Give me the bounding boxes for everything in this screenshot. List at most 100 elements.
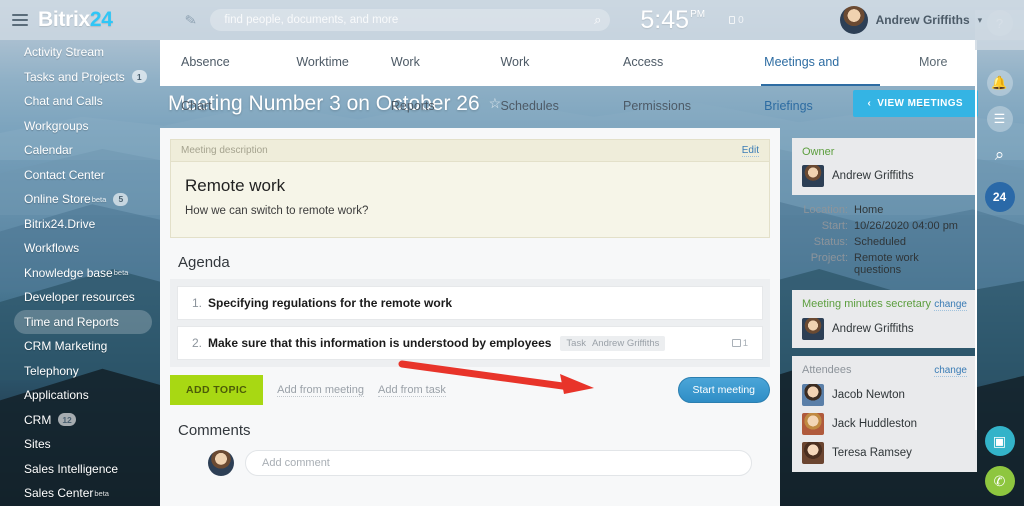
avatar [802,413,824,435]
attendees-title: Attendees [802,364,852,376]
list-item[interactable]: Jacob Newton [802,384,967,406]
meeting-info-panel: Owner Andrew Griffiths Location: Home St… [792,138,977,472]
attendees-header: Attendees change [802,364,967,377]
meeting-detail-canvas: Meeting description Edit Remote work How… [160,128,780,506]
sidebar-item-knowledge-base[interactable]: Knowledge base beta [0,261,160,286]
sidebar-item-workflows[interactable]: Workflows [0,236,160,261]
sidebar-item-label: Chat and Calls [24,94,103,109]
meeting-description-header: Meeting description Edit [171,140,769,162]
table-row[interactable]: 1. Specifying regulations for the remote… [177,286,763,320]
add-from-meeting-link[interactable]: Add from meeting [277,384,364,397]
sidebar-item-label: CRM [24,412,52,427]
worktime-timer[interactable]: 0 [729,15,744,26]
chat-bubble-icon[interactable]: ☰ [986,106,1013,132]
sidebar-item-bitrix24-drive[interactable]: Bitrix24.Drive [0,212,160,237]
meeting-description-text: How we can switch to remote work? [185,205,369,217]
pencil-icon[interactable]: ✎ [184,11,198,29]
tab-meetings-and-briefings[interactable]: Meetings and Briefings [743,40,898,113]
sidebar-item-crm-marketing[interactable]: CRM Marketing [0,334,160,359]
search-input[interactable] [210,9,611,31]
meta-key: Location: [803,204,848,216]
chevron-left-icon: ‹ [867,98,872,109]
sidebar-item-developer-resources[interactable]: Developer resources [0,285,160,310]
change-secretary-link[interactable]: change [934,299,967,311]
meta-value: Scheduled [854,236,906,248]
meta-value: 10/26/2020 04:00 pm [854,220,958,232]
avatar [802,165,824,187]
change-attendees-link[interactable]: change [934,365,967,377]
sidebar-item-chat-and-calls[interactable]: Chat and Calls [0,89,160,114]
owner-person[interactable]: Andrew Griffiths [802,165,967,187]
secretary-person[interactable]: Andrew Griffiths [802,318,967,340]
tab-worktime[interactable]: Worktime [275,40,370,86]
sidebar-item-tasks-and-projects[interactable]: Tasks and Projects 1 [0,65,160,90]
chevron-down-icon: ▾ [977,14,983,25]
meta-value: Remote work questions [854,252,919,276]
add-from-task-link[interactable]: Add from task [378,384,446,397]
table-row[interactable]: 2. Make sure that this information is un… [177,326,763,360]
status-badge: Task Andrew Griffiths [560,335,666,351]
start-meeting-button[interactable]: Start meeting [677,377,770,403]
user-menu[interactable]: Andrew Griffiths ▾ [839,6,983,34]
add-comment-input[interactable] [245,450,752,476]
sidebar-item-label: Sites [24,437,51,452]
meeting-description-body: Remote work How we can switch to remote … [171,162,769,237]
sidebar-item-time-and-reports[interactable]: Time and Reports [14,309,152,334]
agenda-item-chip-type: Task [566,337,586,349]
user-name: Andrew Griffiths [875,13,970,27]
owner-block: Owner Andrew Griffiths [792,138,977,195]
agenda-actions-row: ADD TOPIC Add from meeting Add from task… [170,375,770,405]
sidebar-item-sales-intelligence[interactable]: Sales Intelligence [0,457,160,482]
tab-access-permissions[interactable]: Access Permissions [602,40,743,113]
avatar [802,318,824,340]
sidebar-item-sites[interactable]: Sites [0,432,160,457]
avatar [208,450,234,476]
sidebar-item-workgroups[interactable]: Workgroups [0,114,160,139]
sidebar-item-activity-stream[interactable]: Activity Stream [0,40,160,65]
sidebar-item-label: Developer resources [24,290,135,305]
bitrix24-badge[interactable]: 24 [984,182,1015,212]
bitrix24-logo[interactable]: Bitrix24 [38,8,113,32]
add-topic-button[interactable]: ADD TOPIC [170,375,264,405]
edit-description-link[interactable]: Edit [741,145,759,157]
tab-more[interactable]: More - [898,40,975,113]
sidebar-item-calendar[interactable]: Calendar [0,138,160,163]
meta-key: Status: [813,236,848,248]
attendees-block: Attendees change Jacob Newton Jack Huddl… [792,356,977,472]
tab-work-reports[interactable]: Work Reports [370,40,480,113]
clock-time: 5:45 [640,5,690,34]
comment-count[interactable]: 1 [731,338,748,349]
list-item[interactable]: Teresa Ramsey [802,442,967,464]
bell-icon[interactable]: 🔔 [986,70,1013,96]
attendee-name: Jack Huddleston [832,418,918,430]
sidebar-item-applications[interactable]: Applications [0,383,160,408]
avatar [802,384,824,406]
tab-label: Work Schedules [500,55,559,113]
meta-key: Project: [810,252,848,264]
tab-work-schedules[interactable]: Work Schedules [479,40,602,113]
avatar [839,6,868,34]
star-outline-icon[interactable]: ☆ [489,95,502,112]
tab-absence-chart[interactable]: Absence Chart [160,40,275,113]
sidebar-item-label: Workflows [24,241,80,256]
desktop-app-icon[interactable]: ▣ [984,426,1015,456]
comment-bubble-icon [731,339,741,347]
sidebar-item-crm[interactable]: CRM 12 [0,408,160,433]
tab-label: Work Reports [390,55,435,113]
agenda-item-text: Make sure that this information is under… [208,336,552,350]
search-icon[interactable]: ⌕ [987,142,1013,168]
search-icon[interactable]: ⌕ [594,12,601,28]
comments-section-title: Comments [178,422,251,439]
hamburger-icon[interactable] [12,14,28,26]
sidebar-item-sales-center[interactable]: Sales Center beta [0,481,160,506]
sidebar-item-label: Telephony [24,363,79,378]
phone-icon[interactable]: ✆ [984,466,1015,496]
sidebar-item-contact-center[interactable]: Contact Center [0,163,160,188]
list-item[interactable]: Jack Huddleston [802,413,967,435]
bitrix24-app-window: Bitrix24 ✎ ⌕ 5:45 PM 0 Andrew Griffiths … [0,0,1024,506]
sidebar-item-telephony[interactable]: Telephony [0,359,160,384]
sidebar-item-online-store[interactable]: Online Store beta 5 [0,187,160,212]
tab-label: Access Permissions [622,55,692,113]
view-meetings-button[interactable]: ‹ VIEW MEETINGS [852,90,978,117]
secretary-header: Meeting minutes secretary change [802,298,967,311]
